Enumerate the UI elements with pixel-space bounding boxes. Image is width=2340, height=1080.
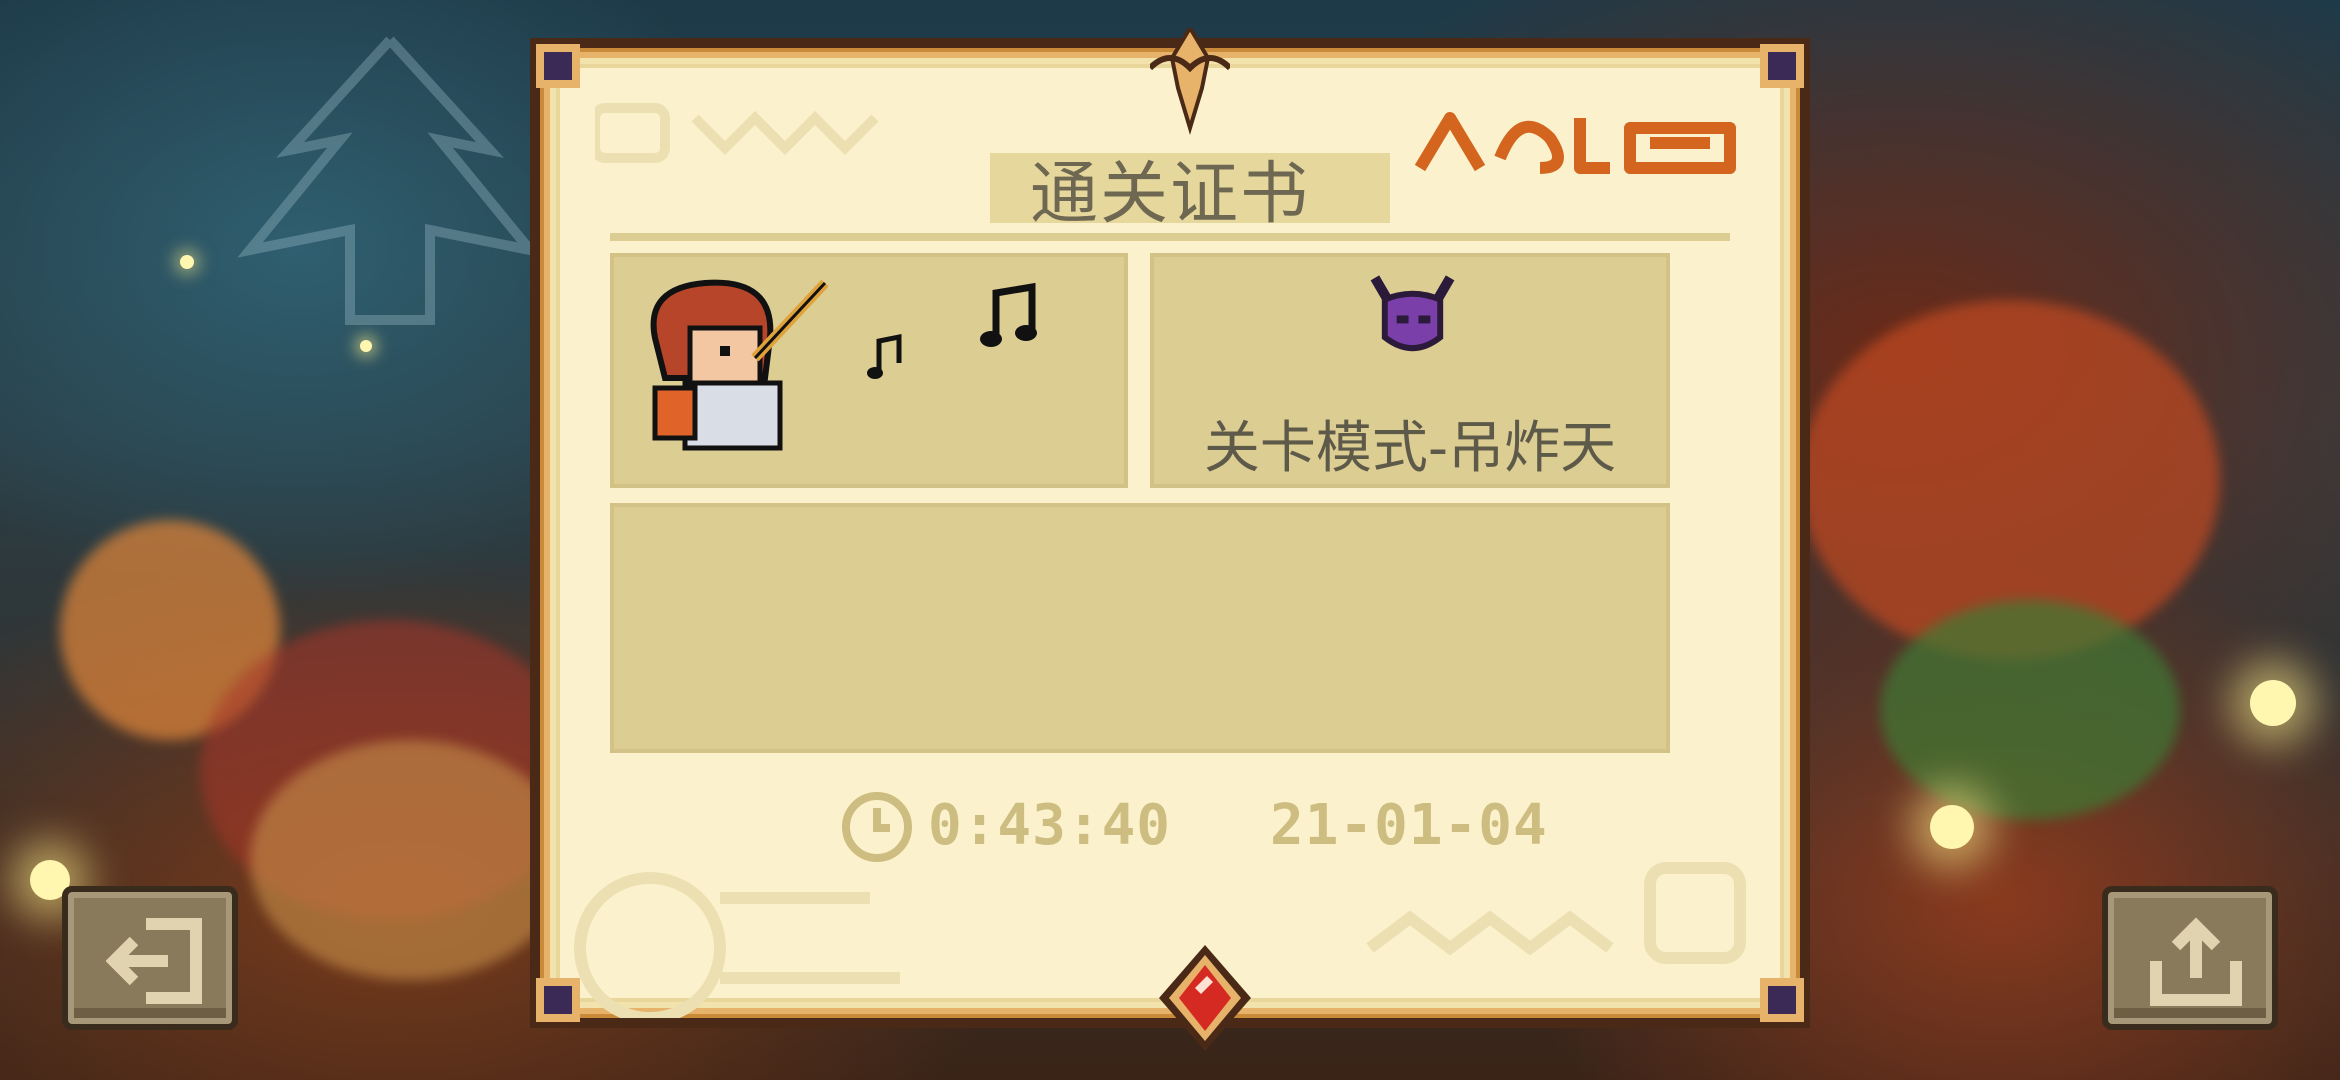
clear-certificate: 通关证书 关卡模式-吊炸天 0:43:40 21-01-04: [530, 28, 1810, 1051]
purple-horned-demon-icon: [1370, 275, 1455, 351]
certificate-frame: 通关证书 关卡模式-吊炸天 0:43:40 21-01-04: [536, 28, 1804, 1051]
faint-pattern-icon: [574, 872, 900, 1018]
snow-sparkle: [180, 255, 194, 269]
background-wreath: [1880, 600, 2180, 820]
clear-date: 21-01-04: [1270, 793, 1548, 858]
hero-panel: [610, 253, 1128, 488]
exit-button[interactable]: [62, 886, 238, 1030]
share-button[interactable]: [2102, 886, 2278, 1030]
corner-ornament: [536, 44, 580, 88]
corner-ornament: [1760, 44, 1804, 88]
clock-icon: [842, 792, 912, 862]
share-icon: [2150, 917, 2242, 1006]
music-note-icon: [980, 283, 1037, 347]
music-note-icon: [867, 333, 902, 379]
divider: [610, 233, 1730, 241]
mode-label: 关卡模式-吊炸天: [1203, 416, 1617, 481]
light-bulb: [1930, 805, 1974, 849]
red-gem-icon: [1159, 945, 1251, 1051]
details-panel: [610, 503, 1670, 753]
light-bulb: [2250, 680, 2296, 726]
crest-icon: [1150, 28, 1230, 135]
certificate-paper: 通关证书 关卡模式-吊炸天 0:43:40 21-01-04: [536, 28, 1804, 1051]
red-haired-bard-hero-icon: [650, 279, 829, 451]
clear-time: 0:43:40: [928, 793, 1172, 858]
exit-icon: [106, 918, 202, 1004]
faint-pattern-icon: [1366, 862, 1746, 964]
snow-sparkle: [360, 340, 372, 352]
certificate-title: 通关证书: [1029, 155, 1310, 234]
christmas-tree-outline: [237, 36, 543, 325]
background-letter: [250, 740, 570, 980]
mode-panel: 关卡模式-吊炸天: [1150, 253, 1670, 488]
